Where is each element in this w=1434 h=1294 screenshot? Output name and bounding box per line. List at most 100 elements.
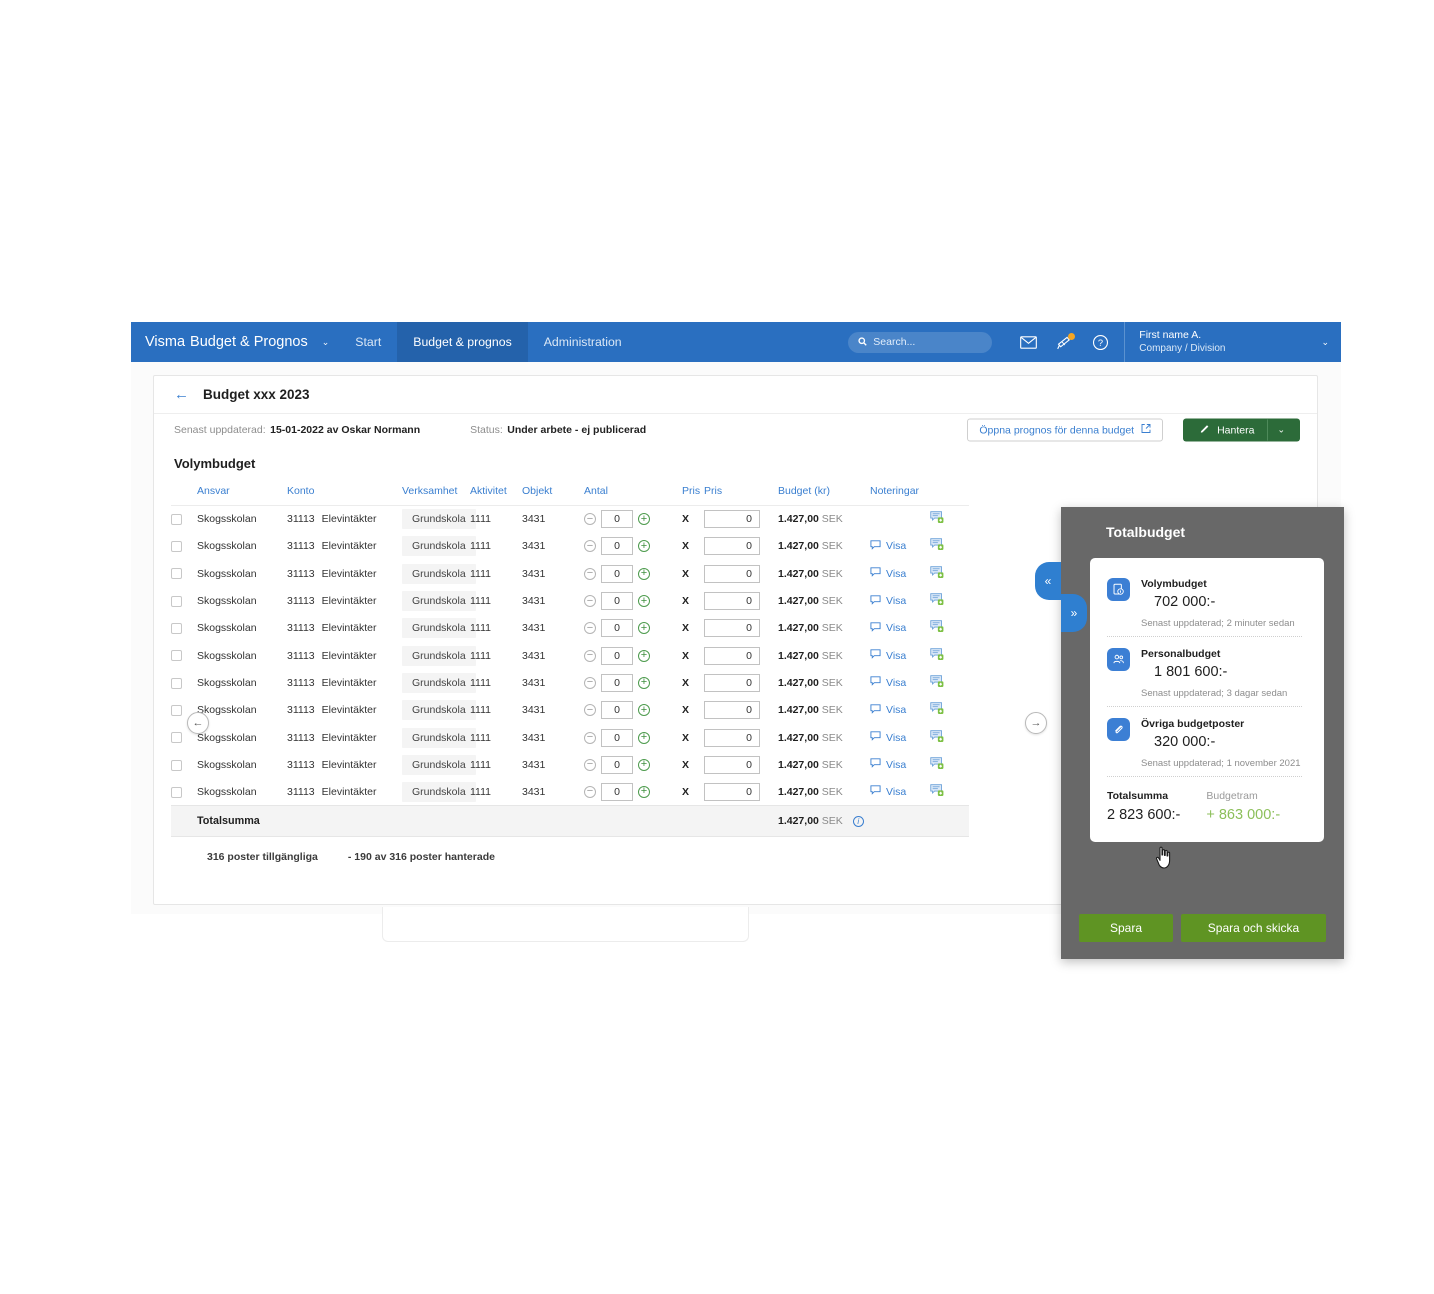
view-note-link[interactable]: Visa [870, 676, 930, 689]
save-and-send-button[interactable]: Spara och skicka [1181, 914, 1326, 942]
info-icon[interactable]: i [852, 815, 864, 827]
add-note-icon[interactable] [930, 757, 944, 773]
save-button[interactable]: Spara [1079, 914, 1173, 942]
decrement-icon[interactable]: − [584, 649, 596, 662]
chevron-down-icon[interactable]: ⌄ [1267, 419, 1294, 441]
collapse-drawer-handle[interactable]: « [1035, 562, 1061, 600]
pris-input[interactable] [704, 728, 760, 747]
cell-verksamhet[interactable]: Grundskola [402, 727, 476, 748]
chevron-down-icon[interactable]: ⌄ [322, 337, 330, 348]
decrement-icon[interactable]: − [584, 595, 596, 608]
brand-logo[interactable]: Visma Budget & Prognos ⌄ [131, 322, 339, 362]
column-header-pris-2[interactable]: Pris [704, 477, 778, 506]
pris-input[interactable] [704, 510, 760, 529]
drawer-item-personalbudget[interactable]: Personalbudget 1 801 600:- Senast uppdat… [1107, 648, 1302, 699]
add-note-icon[interactable] [930, 538, 944, 554]
view-note-link[interactable]: Visa [870, 540, 930, 553]
antal-input[interactable] [601, 673, 633, 692]
row-checkbox[interactable] [171, 514, 182, 526]
decrement-icon[interactable]: − [584, 540, 596, 553]
select-all-header[interactable] [171, 477, 197, 506]
increment-icon[interactable]: + [638, 758, 650, 771]
column-header-antal[interactable]: Antal [584, 477, 682, 506]
table-row[interactable]: Skogsskolan 31113 Elevintäkter Grundskola 11… [171, 724, 969, 751]
cell-verksamhet[interactable]: Grundskola [402, 672, 476, 693]
view-note-link[interactable]: Visa [870, 594, 930, 608]
antal-input[interactable] [601, 592, 633, 611]
table-row[interactable]: Skogsskolan 31113 Elevintäkter Grundskola 11… [171, 751, 969, 778]
view-note-link[interactable]: Visa [870, 649, 930, 662]
pris-input[interactable] [704, 537, 760, 556]
back-arrow-icon[interactable]: ← [174, 387, 189, 402]
row-checkbox[interactable] [171, 623, 182, 635]
row-checkbox[interactable] [171, 759, 182, 771]
column-header-verksamhet[interactable]: Verksamhet [402, 477, 470, 506]
decrement-icon[interactable]: − [584, 704, 596, 717]
cell-verksamhet[interactable]: Grundskola [402, 509, 476, 530]
view-note-link[interactable]: Visa [870, 704, 930, 717]
column-header-pris-1[interactable]: Pris [682, 477, 704, 506]
row-checkbox[interactable] [171, 677, 182, 689]
antal-input[interactable] [601, 646, 633, 665]
view-note-link[interactable]: Visa [870, 785, 930, 798]
column-header-noteringar[interactable]: Noteringar [870, 477, 930, 506]
decrement-icon[interactable]: − [584, 622, 596, 635]
table-row[interactable]: Skogsskolan 31113 Elevintäkter Grundskola 11… [171, 587, 969, 614]
expand-drawer-handle[interactable]: » [1061, 594, 1087, 632]
pris-input[interactable] [704, 646, 760, 665]
help-icon[interactable]: ? [1082, 322, 1118, 362]
nav-tab-administration[interactable]: Administration [528, 322, 638, 362]
add-note-icon[interactable] [930, 593, 944, 609]
user-menu[interactable]: First name A. Company / Division ⌄ [1124, 322, 1341, 362]
decrement-icon[interactable]: − [584, 567, 596, 580]
search-input[interactable]: Search... [848, 331, 993, 353]
antal-input[interactable] [601, 510, 633, 529]
column-header-budget[interactable]: Budget (kr) [778, 477, 870, 506]
column-header-ansvar[interactable]: Ansvar [197, 477, 287, 506]
antal-input[interactable] [601, 537, 633, 556]
chevron-down-icon[interactable]: ⌄ [1321, 337, 1329, 348]
increment-icon[interactable]: + [638, 676, 650, 689]
cell-verksamhet[interactable]: Grundskola [402, 754, 476, 775]
mail-icon[interactable] [1010, 322, 1046, 362]
increment-icon[interactable]: + [638, 595, 650, 608]
increment-icon[interactable]: + [638, 622, 650, 635]
view-note-link[interactable]: Visa [870, 622, 930, 635]
increment-icon[interactable]: + [638, 540, 650, 553]
column-header-objekt[interactable]: Objekt [522, 477, 584, 506]
table-row[interactable]: Skogsskolan 31113 Elevintäkter Grundskola 11… [171, 669, 969, 696]
increment-icon[interactable]: + [638, 513, 650, 526]
row-checkbox[interactable] [171, 786, 182, 798]
cell-verksamhet[interactable]: Grundskola [402, 645, 476, 666]
table-row[interactable]: Skogsskolan 31113 Elevintäkter Grundskola 11… [171, 506, 969, 533]
pris-input[interactable] [704, 564, 760, 583]
add-note-icon[interactable] [930, 647, 944, 664]
megaphone-icon[interactable] [1046, 322, 1082, 362]
pris-input[interactable] [704, 755, 760, 774]
view-note-link[interactable]: Visa [870, 567, 930, 580]
table-row[interactable]: Skogsskolan 31113 Elevintäkter Grundskola 11… [171, 778, 969, 805]
pris-input[interactable] [704, 619, 760, 638]
add-note-icon[interactable] [930, 702, 944, 718]
next-page-button[interactable]: → [1025, 712, 1047, 734]
antal-input[interactable] [601, 701, 633, 720]
row-checkbox[interactable] [171, 732, 182, 744]
pris-input[interactable] [704, 673, 760, 692]
cell-verksamhet[interactable]: Grundskola [402, 781, 476, 802]
pris-input[interactable] [704, 592, 760, 611]
add-note-icon[interactable] [930, 729, 944, 746]
previous-page-button[interactable]: ← [187, 712, 209, 734]
decrement-icon[interactable]: − [584, 513, 596, 526]
pris-input[interactable] [704, 782, 760, 801]
table-row[interactable]: Skogsskolan 31113 Elevintäkter Grundskola 11… [171, 642, 969, 669]
cell-verksamhet[interactable]: Grundskola [402, 591, 476, 612]
add-note-icon[interactable] [930, 675, 944, 691]
pris-input[interactable] [704, 701, 760, 720]
add-note-icon[interactable] [930, 565, 944, 582]
increment-icon[interactable]: + [638, 567, 650, 580]
decrement-icon[interactable]: − [584, 758, 596, 771]
antal-input[interactable] [601, 564, 633, 583]
open-forecast-button[interactable]: Öppna prognos för denna budget [967, 418, 1164, 442]
decrement-icon[interactable]: − [584, 731, 596, 744]
antal-input[interactable] [601, 619, 633, 638]
